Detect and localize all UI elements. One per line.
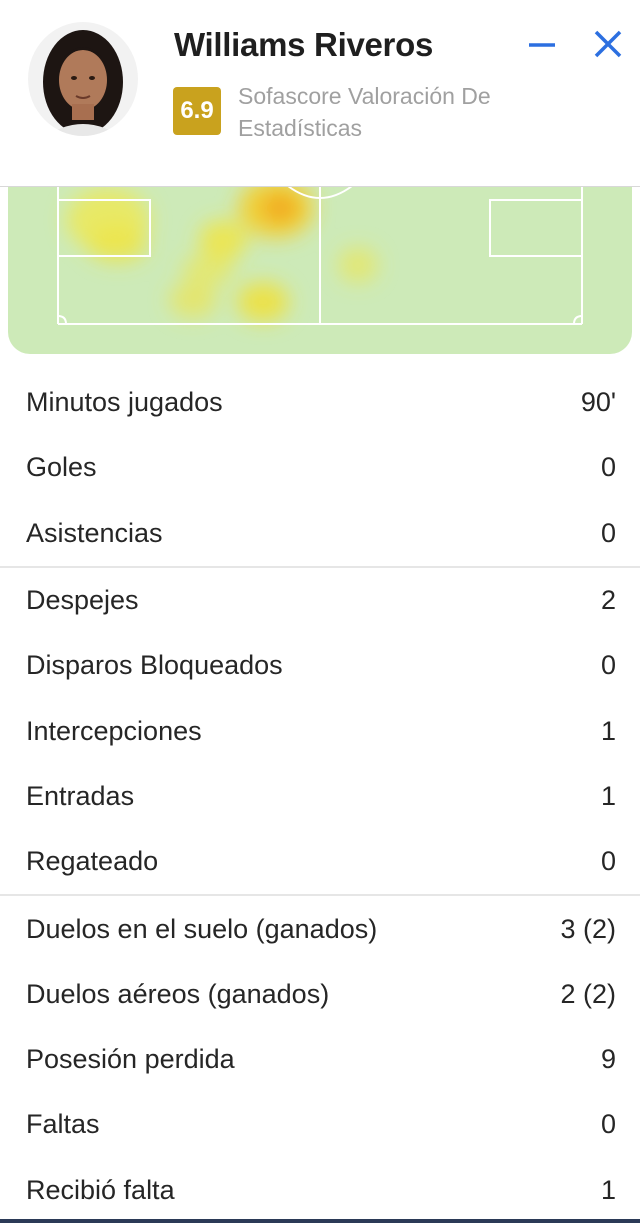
stat-row-tackles: Entradas 1	[0, 764, 640, 829]
stats-group-duels: Duelos en el suelo (ganados) 3 (2) Duelo…	[0, 896, 640, 1222]
stat-value: 3 (2)	[560, 913, 616, 944]
close-icon	[592, 28, 624, 65]
minimize-icon	[526, 28, 558, 65]
stat-row-dribbled-past: Regateado 0	[0, 829, 640, 894]
stat-label: Goles	[26, 452, 97, 483]
stat-label: Asistencias	[26, 517, 163, 548]
stat-label: Regateado	[26, 846, 159, 877]
bottom-divider	[0, 1219, 640, 1223]
stat-row-blocked-shots: Disparos Bloqueados 0	[0, 633, 640, 698]
stat-value: 2	[600, 585, 616, 616]
stat-row-clearances: Despejes 2	[0, 568, 640, 633]
stat-row-minutes: Minutos jugados 90'	[0, 370, 640, 435]
stat-value: 1	[600, 715, 616, 746]
stat-value: 0	[600, 650, 616, 681]
stat-label: Minutos jugados	[26, 387, 223, 418]
stat-value: 2 (2)	[560, 978, 616, 1009]
stat-row-fouls: Faltas 0	[0, 1092, 640, 1157]
stat-value: 90'	[580, 387, 616, 418]
stat-value: 0	[600, 452, 616, 483]
player-avatar	[28, 22, 138, 136]
stat-value: 0	[600, 517, 616, 548]
stat-value: 1	[600, 1174, 616, 1205]
stat-value: 0	[600, 1109, 616, 1140]
stat-label: Faltas	[26, 1109, 100, 1140]
stats-group-general: Minutos jugados 90' Goles 0 Asistencias …	[0, 370, 640, 568]
rating-badge: 6.9	[173, 87, 221, 135]
stat-row-assists: Asistencias 0	[0, 501, 640, 566]
stats-list: Minutos jugados 90' Goles 0 Asistencias …	[0, 370, 640, 1223]
player-name: Williams Riveros	[174, 26, 434, 63]
stat-label: Entradas	[26, 780, 135, 811]
minimize-button[interactable]	[522, 26, 562, 66]
stat-label: Duelos aéreos (ganados)	[26, 978, 330, 1009]
stat-row-interceptions: Intercepciones 1	[0, 698, 640, 763]
close-button[interactable]	[588, 26, 628, 66]
stat-label: Duelos en el suelo (ganados)	[26, 913, 378, 944]
stat-label: Disparos Bloqueados	[26, 650, 283, 681]
stat-value: 0	[600, 846, 616, 877]
stat-value: 1	[600, 780, 616, 811]
stat-label: Recibió falta	[26, 1174, 175, 1205]
stat-row-goals: Goles 0	[0, 435, 640, 500]
stat-row-aerial-duels: Duelos aéreos (ganados) 2 (2)	[0, 962, 640, 1027]
stat-value: 9	[600, 1044, 616, 1075]
stat-label: Despejes	[26, 585, 139, 616]
player-header: Williams Riveros 6.9 Sofascore Valoració…	[0, 0, 640, 187]
rating-label: Sofascore Valoración De Estadísticas	[238, 83, 491, 141]
stat-row-possession-lost: Posesión perdida 9	[0, 1027, 640, 1092]
stat-label: Intercepciones	[26, 715, 202, 746]
stats-group-defense: Despejes 2 Disparos Bloqueados 0 Interce…	[0, 568, 640, 897]
stat-label: Posesión perdida	[26, 1044, 235, 1075]
stat-row-ground-duels: Duelos en el suelo (ganados) 3 (2)	[0, 896, 640, 961]
stat-row-was-fouled: Recibió falta 1	[0, 1158, 640, 1223]
